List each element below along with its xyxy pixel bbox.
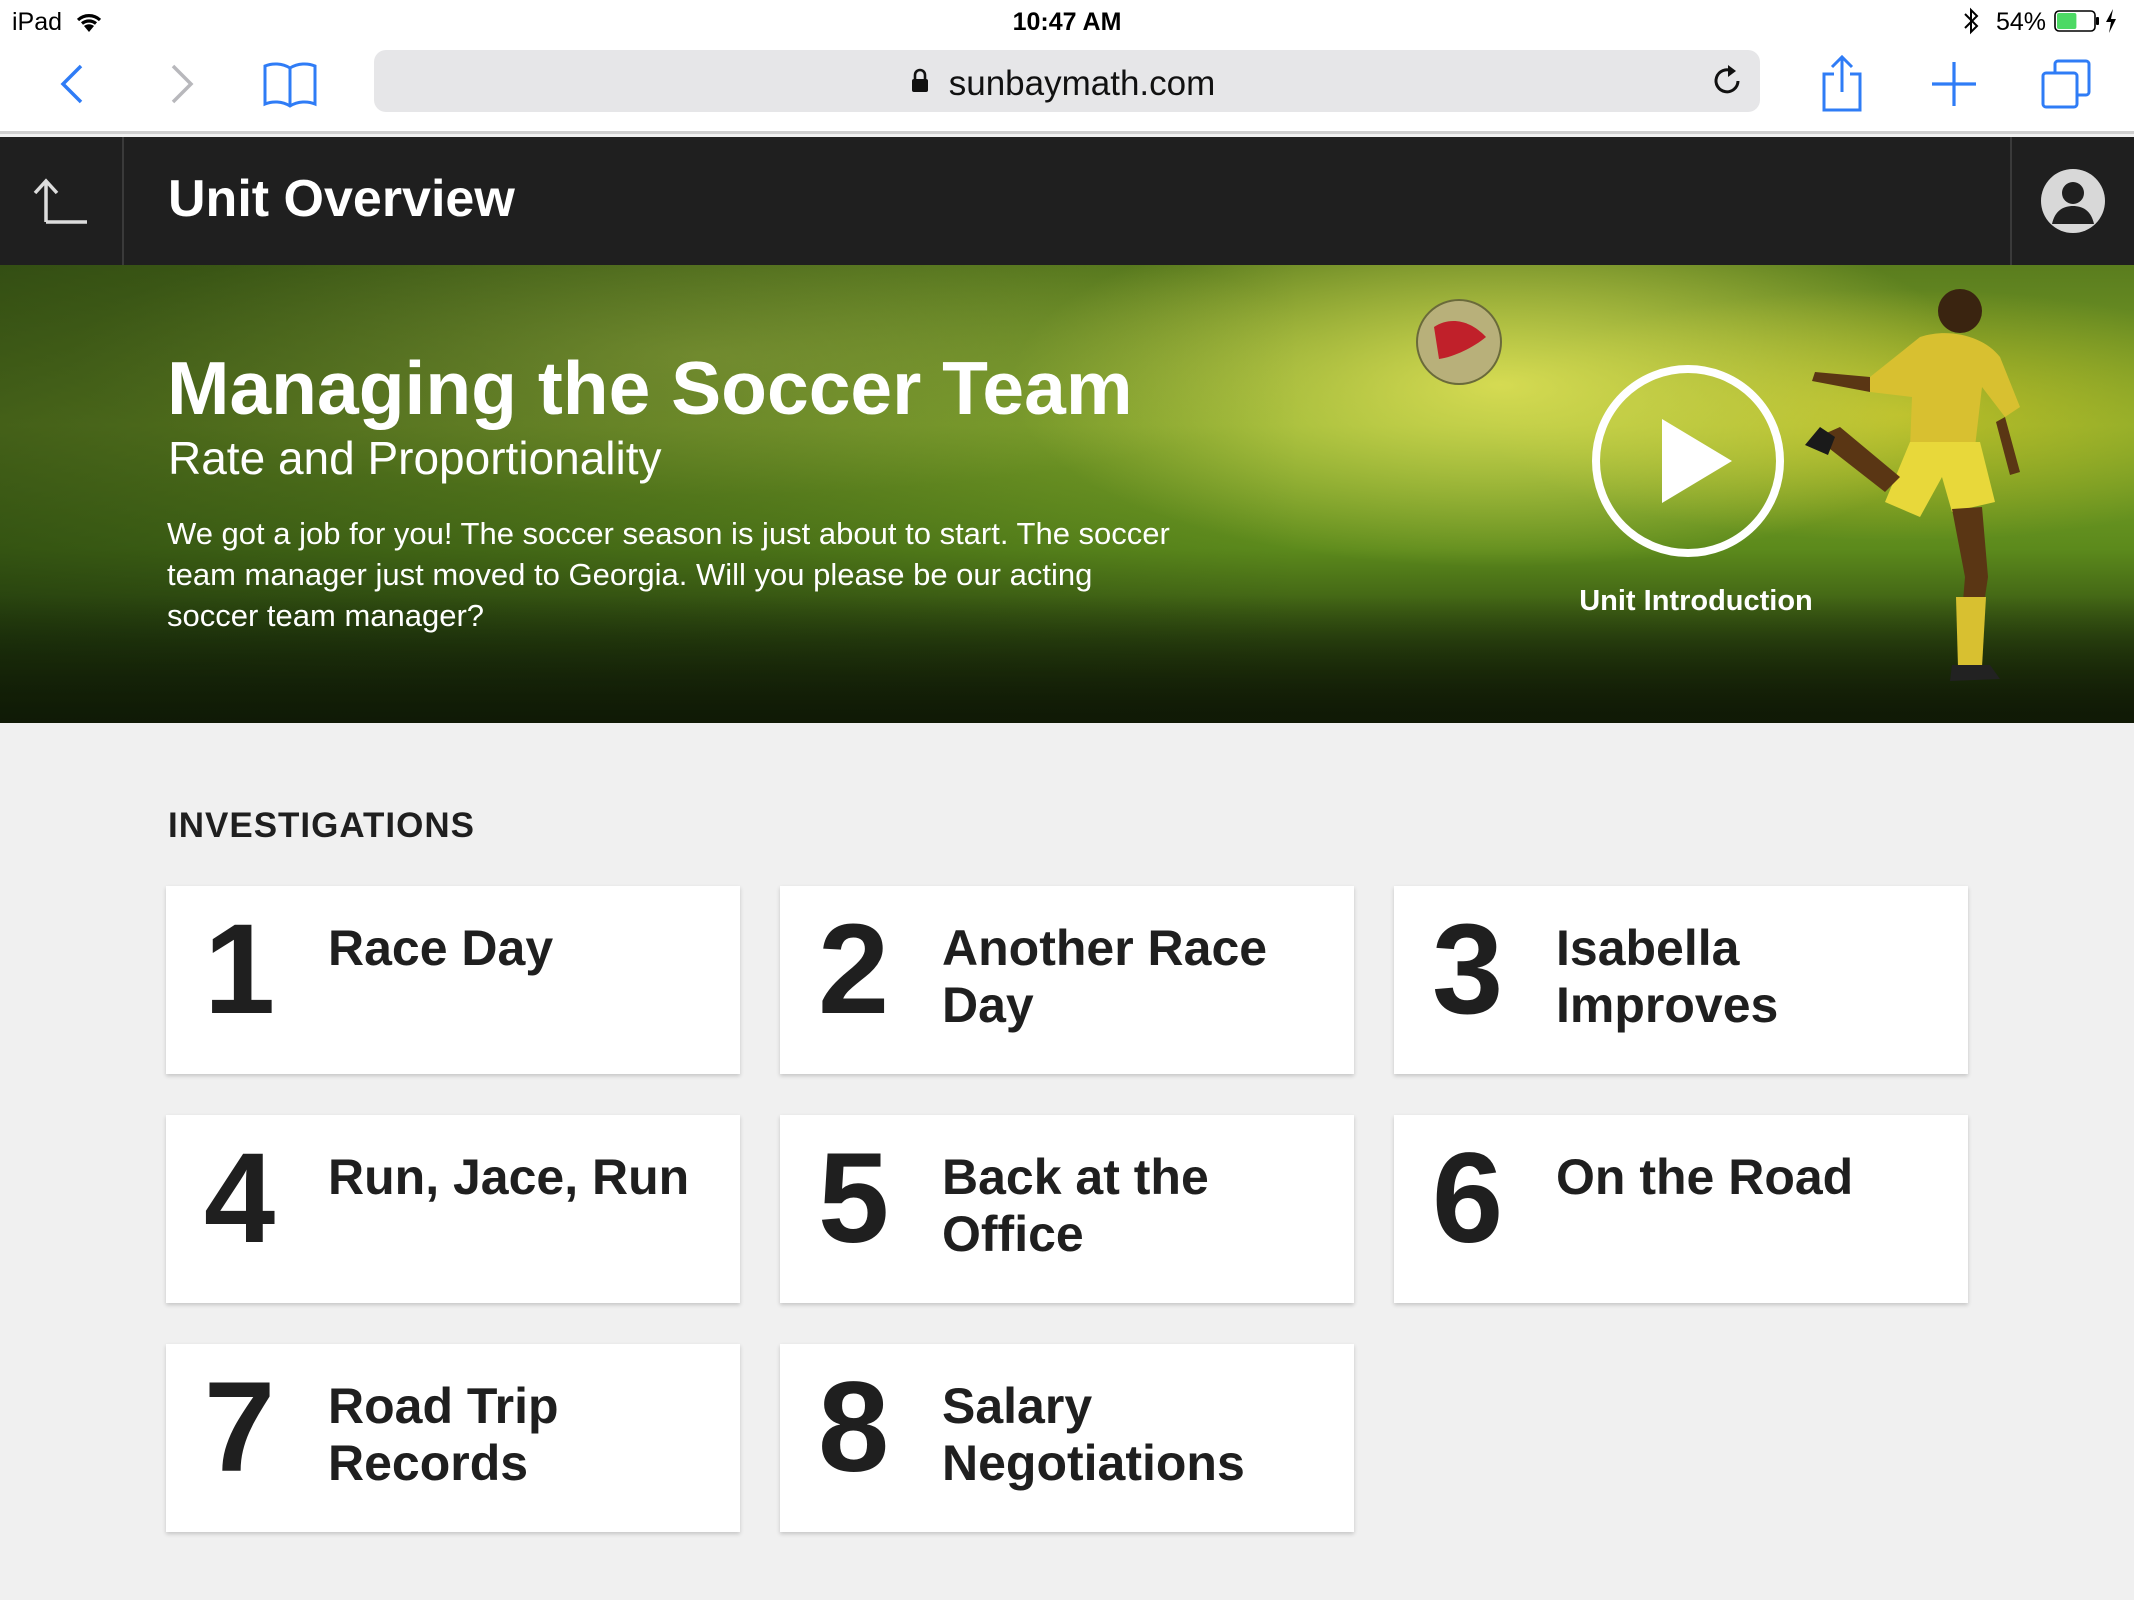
investigation-title: Salary Negotiations xyxy=(942,1378,1245,1491)
investigation-title: On the Road xyxy=(1556,1149,1854,1205)
share-button[interactable] xyxy=(1812,52,1872,116)
investigation-number: 4 xyxy=(204,1127,276,1270)
url-text: sunbaymath.com xyxy=(948,64,1216,103)
investigation-title: Road Trip Records xyxy=(328,1378,559,1491)
unit-hero-banner: Managing the Soccer Team Rate and Propor… xyxy=(0,265,2134,723)
new-tab-button[interactable] xyxy=(1924,52,1984,116)
unit-subtitle: Rate and Proportionality xyxy=(168,432,662,484)
browser-toolbar: sunbaymath.com xyxy=(0,44,2134,134)
charging-bolt-icon xyxy=(2106,9,2116,33)
unit-description: We got a job for you! The soccer season … xyxy=(167,516,1170,633)
unit-introduction-link[interactable]: Unit Introduction xyxy=(1540,585,1852,618)
investigation-title: Back at the Office xyxy=(942,1149,1209,1262)
battery-icon xyxy=(2054,10,2099,32)
investigation-number: 3 xyxy=(1432,898,1504,1041)
arrow-up-return-icon xyxy=(33,178,87,224)
investigation-number: 7 xyxy=(204,1356,276,1499)
investigation-card-7[interactable]: 7 Road Trip Records xyxy=(166,1344,740,1532)
play-video-button[interactable] xyxy=(1590,363,1786,559)
clock: 10:47 AM xyxy=(1012,8,1122,36)
app-header: Unit Overview xyxy=(0,137,2134,265)
chevron-left-icon xyxy=(60,64,83,104)
investigation-number: 6 xyxy=(1432,1127,1504,1270)
account-button[interactable] xyxy=(2010,137,2134,265)
investigation-title: Run, Jace, Run xyxy=(328,1149,690,1205)
soccer-ball-image xyxy=(1416,299,1502,385)
investigation-number: 1 xyxy=(204,898,276,1041)
investigation-card-4[interactable]: 4 Run, Jace, Run xyxy=(166,1115,740,1303)
bluetooth-icon xyxy=(1964,7,1979,35)
tabs-icon xyxy=(2041,59,2091,109)
investigation-card-5[interactable]: 5 Back at the Office xyxy=(780,1115,1354,1303)
investigation-title: Race Day xyxy=(328,920,554,976)
share-icon xyxy=(1822,54,1862,112)
back-button[interactable] xyxy=(42,52,102,116)
forward-button[interactable] xyxy=(152,52,212,116)
address-bar[interactable]: sunbaymath.com xyxy=(374,50,1760,112)
unit-title: Managing the Soccer Team xyxy=(167,346,1133,430)
page-title: Unit Overview xyxy=(168,170,515,228)
investigations-heading: INVESTIGATIONS xyxy=(168,806,475,845)
tabs-button[interactable] xyxy=(2036,52,2096,116)
reload-icon[interactable] xyxy=(1708,62,1746,100)
investigation-card-6[interactable]: 6 On the Road xyxy=(1394,1115,1968,1303)
up-button[interactable] xyxy=(0,137,124,265)
investigation-card-3[interactable]: 3 Isabella Improves xyxy=(1394,886,1968,1074)
investigation-card-8[interactable]: 8 Salary Negotiations xyxy=(780,1344,1354,1532)
battery-percent: 54% xyxy=(1996,8,2047,36)
plus-icon xyxy=(1932,62,1976,106)
user-avatar-icon xyxy=(2041,169,2105,233)
investigation-number: 5 xyxy=(818,1127,890,1270)
investigation-title: Another Race Day xyxy=(942,920,1268,1033)
book-icon xyxy=(263,62,317,108)
status-bar: iPad 10:47 AM 54% xyxy=(0,0,2134,44)
play-icon xyxy=(1662,419,1732,503)
chevron-right-icon xyxy=(171,64,194,104)
investigation-number: 2 xyxy=(818,898,890,1041)
investigation-title: Isabella Improves xyxy=(1556,920,1779,1033)
bookmarks-button[interactable] xyxy=(260,52,320,116)
investigation-number: 8 xyxy=(818,1356,890,1499)
investigation-card-1[interactable]: 1 Race Day xyxy=(166,886,740,1074)
investigation-card-2[interactable]: 2 Another Race Day xyxy=(780,886,1354,1074)
battery-fill xyxy=(2057,13,2077,29)
